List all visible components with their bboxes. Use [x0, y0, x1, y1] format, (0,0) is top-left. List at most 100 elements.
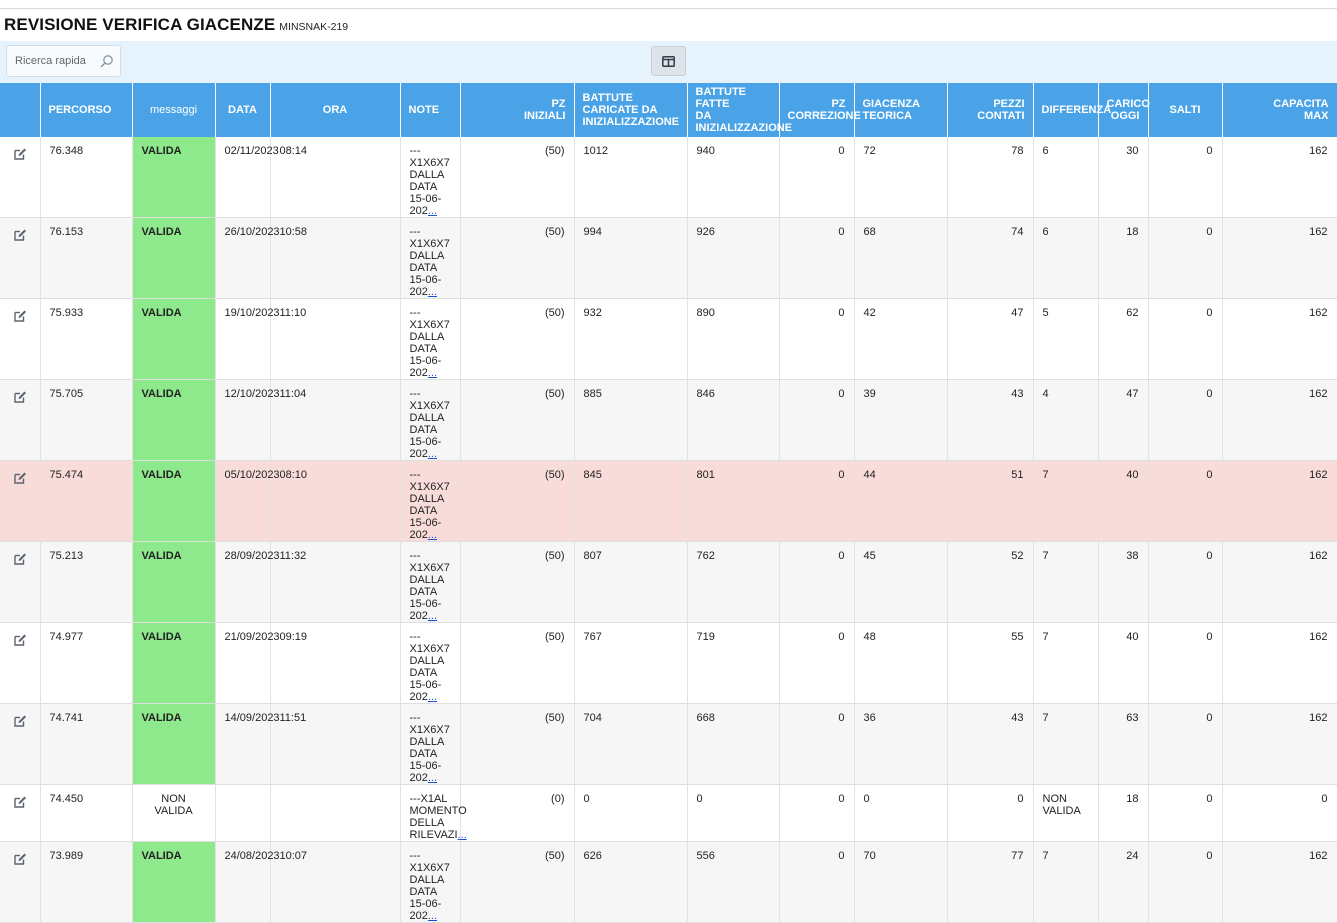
- table-row[interactable]: 74.977 VALIDA 21/09/2023 09:19 ---X1X6X7 DAL…: [0, 622, 1337, 704]
- edit-row-button[interactable]: [0, 379, 41, 461]
- col-data[interactable]: DATA: [215, 83, 271, 137]
- edit-row-button[interactable]: [0, 622, 41, 704]
- cell-ora: 10:07: [270, 841, 401, 923]
- page-title-bar: REVISIONE VERIFICA GIACENZE MINSNAK-219: [4, 15, 348, 37]
- cell-giacenza-teorica: 42: [854, 298, 948, 380]
- col-pezzi-contati[interactable]: PEZZI CONTATI: [947, 83, 1034, 137]
- cell-differenza: 7: [1033, 622, 1099, 704]
- note-more-link[interactable]: ...: [428, 772, 437, 784]
- note-more-link[interactable]: ...: [458, 829, 467, 841]
- edit-icon[interactable]: [13, 796, 27, 812]
- note-line-1: ---X1AL MOMENTO: [409, 793, 467, 817]
- note-line-1: ---X1X6X7 DALLA: [409, 550, 450, 586]
- edit-icon[interactable]: [13, 553, 27, 569]
- cell-battute-fatte: 846: [687, 379, 780, 461]
- cell-pz-iniziali: (50): [460, 703, 575, 785]
- search-icon[interactable]: [100, 54, 114, 68]
- cell-ora: 11:04: [270, 379, 401, 461]
- cell-percorso: 76.153: [40, 217, 133, 299]
- edit-icon[interactable]: [13, 310, 27, 326]
- col-giacenza-teorica[interactable]: GIACENZA TEORICA: [854, 83, 948, 137]
- cell-pz-correzione: 0: [779, 703, 855, 785]
- note-line-1: ---X1X6X7 DALLA: [409, 631, 450, 667]
- cell-pz-iniziali: (50): [460, 541, 575, 623]
- search-input[interactable]: [7, 46, 99, 76]
- col-salti[interactable]: SALTI: [1148, 83, 1223, 137]
- col-differenza[interactable]: DIFFERENZA: [1033, 83, 1111, 137]
- edit-row-button[interactable]: [0, 460, 41, 542]
- columns-toggle-button[interactable]: [651, 46, 686, 76]
- cell-pz-iniziali: (50): [460, 379, 575, 461]
- col-pz-iniziali[interactable]: PZ INIZIALI: [460, 83, 575, 137]
- columns-icon: [662, 55, 675, 67]
- col-note[interactable]: NOTE: [400, 83, 461, 137]
- cell-note: ---X1X6X7 DALLA DATA 15-06-202...: [400, 217, 461, 299]
- cell-salti: 0: [1148, 460, 1223, 542]
- note-more-link[interactable]: ...: [428, 367, 437, 379]
- col-battute-caricate[interactable]: BATTUTE CARICATE DA INIZIALIZZAZIONE: [574, 83, 688, 137]
- cell-pz-iniziali: (50): [460, 460, 575, 542]
- cell-battute-caricate: 767: [574, 622, 688, 704]
- cell-capacita-max: 162: [1222, 217, 1337, 299]
- edit-row-button[interactable]: [0, 841, 41, 923]
- table-row[interactable]: 75.213 VALIDA 28/09/2023 11:32 ---X1X6X7 DAL…: [0, 541, 1337, 623]
- edit-row-button[interactable]: [0, 298, 41, 380]
- edit-row-button[interactable]: [0, 137, 41, 218]
- table-row[interactable]: 76.153 VALIDA 26/10/2023 10:58 ---X1X6X7 DAL…: [0, 217, 1337, 299]
- col-messaggi[interactable]: messaggi: [132, 83, 216, 137]
- cell-pz-iniziali: (50): [460, 137, 575, 218]
- cell-percorso: 74.450: [40, 784, 133, 842]
- col-ora[interactable]: ORA: [270, 83, 401, 137]
- cell-capacita-max: 162: [1222, 841, 1337, 923]
- cell-note: ---X1X6X7 DALLA DATA 15-06-202...: [400, 460, 461, 542]
- cell-percorso: 75.933: [40, 298, 133, 380]
- edit-icon[interactable]: [13, 715, 27, 731]
- cell-pz-correzione: 0: [779, 379, 855, 461]
- cell-differenza: 7: [1033, 841, 1099, 923]
- cell-messaggi: VALIDA: [132, 703, 216, 785]
- cell-carico-oggi: 30: [1098, 137, 1149, 218]
- note-more-link[interactable]: ...: [428, 205, 437, 217]
- edit-row-button[interactable]: [0, 541, 41, 623]
- note-line-1: ---X1X6X7 DALLA: [409, 145, 450, 181]
- table-row[interactable]: 75.474 VALIDA 05/10/2023 08:10 ---X1X6X7 DAL…: [0, 460, 1337, 542]
- table-row[interactable]: 75.705 VALIDA 12/10/2023 11:04 ---X1X6X7 DAL…: [0, 379, 1337, 461]
- edit-row-button[interactable]: [0, 784, 41, 842]
- note-more-link[interactable]: ...: [428, 286, 437, 298]
- cell-battute-caricate: 704: [574, 703, 688, 785]
- cell-messaggi: VALIDA: [132, 379, 216, 461]
- cell-salti: 0: [1148, 298, 1223, 380]
- note-more-link[interactable]: ...: [428, 448, 437, 460]
- note-more-link[interactable]: ...: [428, 529, 437, 541]
- cell-ora: 08:14: [270, 137, 401, 218]
- cell-battute-caricate: 845: [574, 460, 688, 542]
- edit-icon[interactable]: [13, 229, 27, 245]
- edit-icon[interactable]: [13, 391, 27, 407]
- cell-salti: 0: [1148, 137, 1223, 218]
- quick-search[interactable]: [6, 45, 121, 77]
- table-row[interactable]: 74.450 NON VALIDA ---X1AL MOMENTO DELLA RIL…: [0, 784, 1337, 842]
- cell-battute-fatte: 556: [687, 841, 780, 923]
- cell-messaggi: VALIDA: [132, 217, 216, 299]
- note-more-link[interactable]: ...: [428, 910, 437, 922]
- edit-icon[interactable]: [13, 148, 27, 164]
- table-row[interactable]: 74.741 VALIDA 14/09/2023 11:51 ---X1X6X7 DAL…: [0, 703, 1337, 785]
- table-row[interactable]: 75.933 VALIDA 19/10/2023 11:10 ---X1X6X7 DAL…: [0, 298, 1337, 380]
- cell-salti: 0: [1148, 841, 1223, 923]
- cell-pz-correzione: 0: [779, 298, 855, 380]
- edit-row-button[interactable]: [0, 703, 41, 785]
- edit-icon[interactable]: [13, 472, 27, 488]
- note-more-link[interactable]: ...: [428, 691, 437, 703]
- note-more-link[interactable]: ...: [428, 610, 437, 622]
- col-percorso[interactable]: PERCORSO: [40, 83, 133, 137]
- edit-icon[interactable]: [13, 634, 27, 650]
- table-row[interactable]: 73.989 VALIDA 24/08/2023 10:07 ---X1X6X7 DAL…: [0, 841, 1337, 923]
- col-battute-fatte[interactable]: BATTUTE FATTE DA INIZIALIZZAZIONE: [687, 83, 792, 137]
- table-row[interactable]: 76.348 VALIDA 02/11/2023 08:14 ---X1X6X7 DAL…: [0, 137, 1337, 218]
- cell-battute-caricate: 1012: [574, 137, 688, 218]
- col-capacita-max[interactable]: CAPACITA MAX: [1222, 83, 1337, 137]
- cell-salti: 0: [1148, 217, 1223, 299]
- cell-carico-oggi: 18: [1098, 784, 1149, 842]
- edit-row-button[interactable]: [0, 217, 41, 299]
- edit-icon[interactable]: [13, 853, 27, 869]
